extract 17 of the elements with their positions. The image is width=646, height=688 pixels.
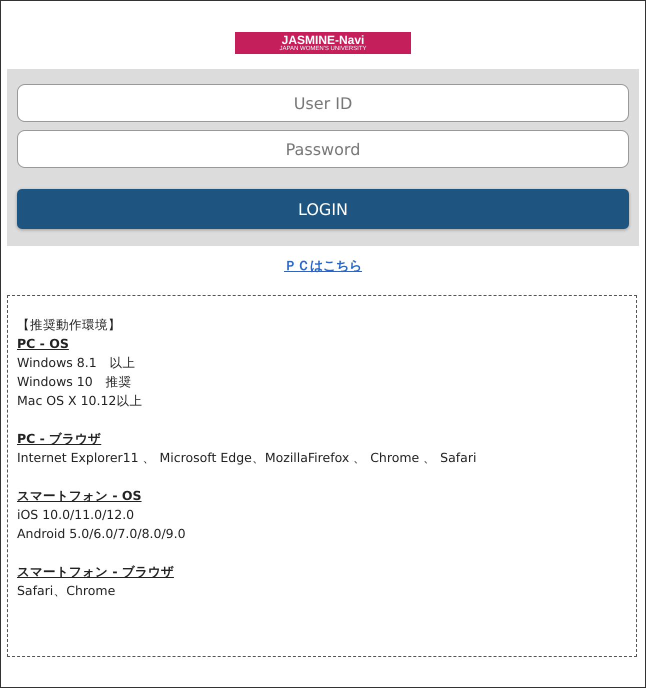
environment-title: 【推奨動作環境】: [17, 316, 122, 334]
requirement-line: Mac OS X 10.12以上: [17, 392, 144, 410]
pc-link[interactable]: ＰＣはこちら: [284, 257, 362, 275]
section-heading: スマートフォン - OS: [17, 487, 143, 505]
requirement-line: Windows 10 推奨: [17, 373, 133, 391]
requirement-line: iOS 10.0/11.0/12.0: [17, 506, 136, 524]
section-heading: PC - OS: [17, 335, 70, 353]
logo-title: JASMINE-Navi: [282, 34, 364, 46]
section-heading: PC - ブラウザ: [17, 430, 102, 448]
password-field[interactable]: Password: [17, 130, 629, 168]
requirement-line: Android 5.0/6.0/7.0/8.0/9.0: [17, 525, 187, 543]
user-id-field[interactable]: User ID: [17, 84, 629, 122]
section-heading: スマートフォン - ブラウザ: [17, 563, 175, 581]
login-button[interactable]: LOGIN: [17, 189, 629, 229]
requirement-line: Windows 8.1 以上: [17, 354, 137, 372]
requirement-line: Internet Explorer11 、 Microsoft Edge、MozillaFirefox 、 Chrome 、 Safari: [17, 449, 478, 467]
requirement-line: Safari、Chrome: [17, 582, 116, 600]
